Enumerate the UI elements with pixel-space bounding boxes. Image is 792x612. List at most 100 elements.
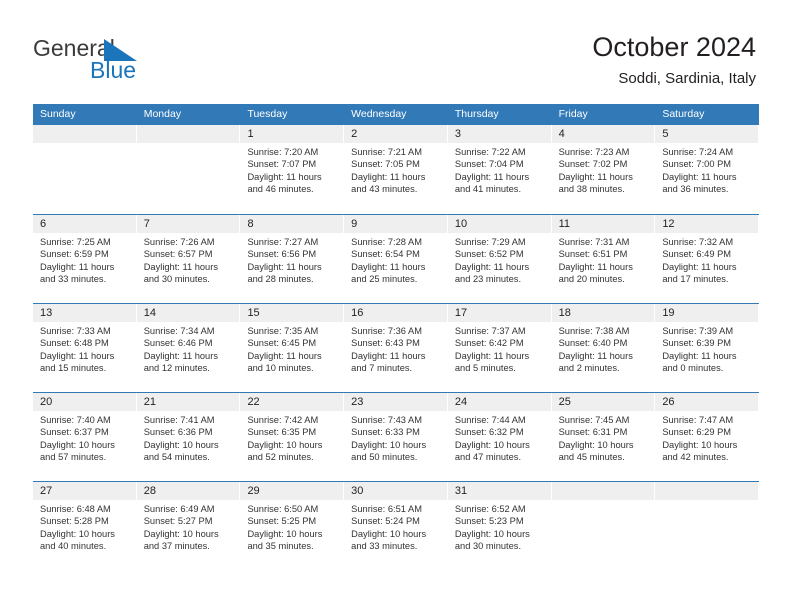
daylight-text-line2: and 33 minutes. [40, 273, 107, 284]
day-number-band: 23 [344, 393, 448, 411]
calendar-day-cell[interactable]: 22 Sunrise: 7:42 AM Sunset: 6:35 PM Dayligh… [240, 393, 345, 481]
sunrise-text: Sunrise: 7:35 AM [247, 326, 319, 336]
calendar-day-cell[interactable]: 25 Sunrise: 7:45 AM Sunset: 6:31 PM Dayligh… [551, 393, 656, 481]
daylight-text-line1: Daylight: 11 hours [351, 171, 426, 182]
calendar-day-cell[interactable]: 4 Sunrise: 7:23 AM Sunset: 7:02 PM Daylight… [551, 125, 656, 214]
sunrise-text: Sunrise: 7:33 AM [40, 326, 111, 336]
calendar-day-cell[interactable]: 27 Sunrise: 6:48 AM Sunset: 5:28 PM Dayligh… [33, 482, 137, 570]
calendar-day-cell[interactable]: 30 Sunrise: 6:51 AM Sunset: 5:24 PM Dayligh… [344, 482, 448, 570]
day-number: 28 [143, 485, 156, 497]
sunset-text: Sunset: 5:24 PM [351, 516, 420, 527]
sunrise-text: Sunrise: 7:44 AM [454, 415, 526, 425]
daylight-text-line2: and 28 minutes. [247, 273, 314, 284]
sunrise-text: Sunrise: 7:26 AM [143, 237, 215, 247]
sunset-text: Sunset: 5:27 PM [143, 516, 213, 527]
day-number: 2 [351, 128, 358, 140]
day-number: 4 [558, 128, 565, 140]
day-number-band [551, 482, 656, 500]
daylight-text-line1: Daylight: 11 hours [454, 171, 530, 182]
sunrise-text: Sunrise: 7:36 AM [351, 326, 422, 336]
sunrise-text: Sunrise: 7:32 AM [662, 237, 734, 247]
calendar-week-row: 27 Sunrise: 6:48 AM Sunset: 5:28 PM Dayligh… [33, 481, 760, 570]
calendar-day-cell-empty [655, 482, 760, 570]
calendar-day-cell-empty [136, 125, 241, 214]
calendar-day-cell[interactable]: 23 Sunrise: 7:43 AM Sunset: 6:33 PM Dayligh… [344, 393, 448, 481]
day-number-band: 5 [655, 125, 760, 143]
calendar-day-cell[interactable]: 10 Sunrise: 7:29 AM Sunset: 6:52 PM Dayligh… [447, 215, 552, 303]
calendar-day-cell[interactable]: 11 Sunrise: 7:31 AM Sunset: 6:51 PM Dayligh… [551, 215, 656, 303]
calendar-week-row: 1 Sunrise: 7:20 AM Sunset: 7:07 PM Daylight… [33, 125, 760, 214]
sunset-text: Sunset: 5:23 PM [454, 516, 524, 527]
day-number-band: 24 [447, 393, 552, 411]
day-number: 25 [558, 396, 571, 408]
sunrise-text: Sunrise: 6:48 AM [40, 504, 111, 514]
calendar-day-cell[interactable]: 18 Sunrise: 7:38 AM Sunset: 6:40 PM Dayligh… [551, 304, 656, 392]
daylight-text-line1: Daylight: 11 hours [247, 171, 322, 182]
day-sun-info: Sunrise: 7:33 AM Sunset: 6:48 PM Daylight:… [33, 322, 137, 374]
daylight-text-line2: and 57 minutes. [40, 451, 107, 462]
daylight-text-line1: Daylight: 11 hours [558, 171, 633, 182]
daylight-text-line1: Daylight: 11 hours [247, 350, 322, 361]
calendar-day-cell[interactable]: 1 Sunrise: 7:20 AM Sunset: 7:07 PM Daylight… [240, 125, 345, 214]
daylight-text-line1: Daylight: 10 hours [143, 528, 219, 539]
calendar-day-cell[interactable]: 13 Sunrise: 7:33 AM Sunset: 6:48 PM Dayligh… [33, 304, 137, 392]
calendar-day-cell[interactable]: 12 Sunrise: 7:32 AM Sunset: 6:49 PM Dayligh… [655, 215, 760, 303]
sunrise-text: Sunrise: 7:31 AM [558, 237, 630, 247]
calendar-day-cell[interactable]: 6 Sunrise: 7:25 AM Sunset: 6:59 PM Daylight… [33, 215, 137, 303]
day-number-band: 22 [240, 393, 345, 411]
calendar-day-cell[interactable]: 28 Sunrise: 6:49 AM Sunset: 5:27 PM Dayligh… [136, 482, 241, 570]
day-number: 6 [40, 218, 47, 230]
daylight-text-line1: Daylight: 10 hours [454, 439, 530, 450]
calendar-day-cell[interactable]: 29 Sunrise: 6:50 AM Sunset: 5:25 PM Dayligh… [240, 482, 345, 570]
day-number: 8 [247, 218, 254, 230]
daylight-text-line2: and 23 minutes. [454, 273, 522, 284]
day-sun-info: Sunrise: 7:22 AM Sunset: 7:04 PM Daylight:… [448, 143, 552, 195]
calendar-day-cell[interactable]: 5 Sunrise: 7:24 AM Sunset: 7:00 PM Daylight… [655, 125, 760, 214]
calendar-day-cell[interactable]: 7 Sunrise: 7:26 AM Sunset: 6:57 PM Daylight… [136, 215, 241, 303]
sunrise-text: Sunrise: 6:51 AM [351, 504, 422, 514]
daylight-text-line1: Daylight: 11 hours [143, 350, 218, 361]
calendar-day-cell[interactable]: 16 Sunrise: 7:36 AM Sunset: 6:43 PM Dayligh… [344, 304, 448, 392]
day-number: 9 [351, 218, 358, 230]
calendar-day-cell[interactable]: 31 Sunrise: 6:52 AM Sunset: 5:23 PM Dayligh… [447, 482, 552, 570]
calendar-day-cell[interactable]: 15 Sunrise: 7:35 AM Sunset: 6:45 PM Dayligh… [240, 304, 345, 392]
calendar-day-cell[interactable]: 24 Sunrise: 7:44 AM Sunset: 6:32 PM Dayligh… [447, 393, 552, 481]
sunset-text: Sunset: 6:35 PM [247, 427, 317, 438]
day-number: 23 [351, 396, 364, 408]
calendar-day-cell-empty [551, 482, 656, 570]
calendar-day-cell[interactable]: 9 Sunrise: 7:28 AM Sunset: 6:54 PM Daylight… [344, 215, 448, 303]
calendar-day-cell[interactable]: 2 Sunrise: 7:21 AM Sunset: 7:05 PM Daylight… [344, 125, 448, 214]
daylight-text-line2: and 10 minutes. [247, 362, 314, 373]
calendar-day-cell[interactable]: 20 Sunrise: 7:40 AM Sunset: 6:37 PM Dayligh… [33, 393, 137, 481]
daylight-text-line1: Daylight: 11 hours [351, 350, 426, 361]
day-number-band: 18 [551, 304, 656, 322]
sunrise-text: Sunrise: 6:52 AM [454, 504, 526, 514]
day-sun-info: Sunrise: 7:39 AM Sunset: 6:39 PM Daylight:… [655, 322, 759, 374]
calendar-day-cell[interactable]: 26 Sunrise: 7:47 AM Sunset: 6:29 PM Dayligh… [655, 393, 760, 481]
day-number: 30 [351, 485, 364, 497]
daylight-text-line1: Daylight: 11 hours [40, 350, 115, 361]
day-number-band: 2 [344, 125, 448, 143]
daylight-text-line2: and 5 minutes. [454, 362, 516, 373]
day-sun-info: Sunrise: 6:48 AM Sunset: 5:28 PM Daylight:… [33, 500, 137, 552]
calendar-day-cell[interactable]: 17 Sunrise: 7:37 AM Sunset: 6:42 PM Dayligh… [447, 304, 552, 392]
daylight-text-line2: and 33 minutes. [351, 540, 418, 551]
daylight-text-line2: and 43 minutes. [351, 183, 418, 194]
weekday-header-friday: Friday [558, 108, 588, 120]
sunset-text: Sunset: 6:40 PM [558, 338, 628, 349]
general-blue-logo[interactable]: General Blue [33, 36, 213, 88]
calendar-day-cell[interactable]: 19 Sunrise: 7:39 AM Sunset: 6:39 PM Dayligh… [655, 304, 760, 392]
daylight-text-line2: and 40 minutes. [40, 540, 107, 551]
daylight-text-line2: and 41 minutes. [454, 183, 522, 194]
day-number: 11 [558, 218, 571, 230]
day-sun-info: Sunrise: 7:41 AM Sunset: 6:36 PM Daylight:… [137, 411, 241, 463]
calendar-day-cell[interactable]: 21 Sunrise: 7:41 AM Sunset: 6:36 PM Dayligh… [136, 393, 241, 481]
sunrise-text: Sunrise: 7:23 AM [558, 147, 630, 157]
calendar-day-cell[interactable]: 14 Sunrise: 7:34 AM Sunset: 6:46 PM Dayligh… [136, 304, 241, 392]
day-sun-info: Sunrise: 7:24 AM Sunset: 7:00 PM Daylight:… [655, 143, 759, 195]
day-number-band: 12 [655, 215, 760, 233]
calendar-day-cell[interactable]: 3 Sunrise: 7:22 AM Sunset: 7:04 PM Daylight… [447, 125, 552, 214]
calendar-page: General Blue October 2024 Soddi, Sardini… [0, 0, 792, 612]
sunrise-text: Sunrise: 7:28 AM [351, 237, 422, 247]
calendar-day-cell[interactable]: 8 Sunrise: 7:27 AM Sunset: 6:56 PM Daylight… [240, 215, 345, 303]
